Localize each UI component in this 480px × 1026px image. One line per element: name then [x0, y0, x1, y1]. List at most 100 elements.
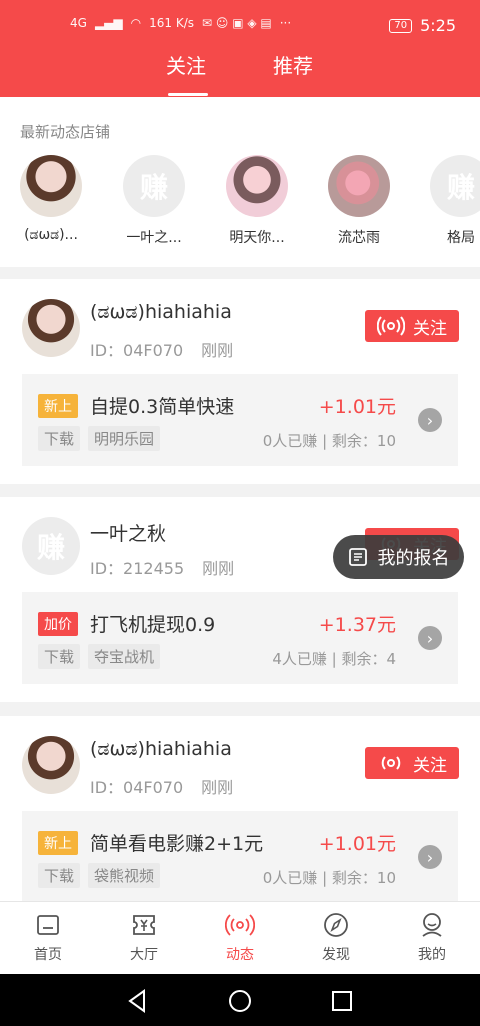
shop-item[interactable]: 赚 格局	[416, 155, 480, 247]
nav-label: 动态	[226, 947, 254, 963]
shop-avatar	[328, 155, 390, 217]
back-icon[interactable]	[124, 987, 152, 1015]
broadcast-icon	[381, 756, 401, 770]
post-time: 刚刚	[201, 778, 234, 797]
top-tabs: 关注 推荐	[0, 50, 480, 96]
task-tag: 下载	[38, 426, 81, 451]
system-nav-bar	[0, 974, 480, 1026]
app-header: 4G ▂▄▆ ◠ 161 K/s ✉ ☺ ▣ ◈ ▤ ··· 70 5:25 关…	[0, 0, 480, 97]
home-icon	[37, 915, 59, 935]
user-name: 一叶之秋	[90, 523, 167, 545]
my-registrations-label: 我的报名	[377, 548, 450, 569]
nav-label: 首页	[34, 947, 62, 963]
task-card[interactable]: 新上 自提0.3简单快速 +1.01元 下载 明明乐园 0人已赚 | 剩余：10…	[22, 374, 458, 466]
nav-feed[interactable]: 动态	[192, 902, 288, 974]
task-tag: 夺宝战机	[88, 644, 161, 669]
user-id: ID：212455	[90, 559, 185, 578]
user-id: ID：04F070	[90, 778, 184, 797]
shop-item[interactable]: 明天你...	[212, 155, 302, 247]
shop-avatar: 赚	[430, 155, 480, 217]
hall-icon	[133, 915, 155, 935]
broadcast-icon	[225, 914, 255, 936]
signal-icon: ▂▄▆	[94, 16, 123, 30]
nav-home[interactable]: 首页	[0, 902, 96, 974]
tab-follow[interactable]: 关注	[166, 50, 206, 79]
tab-recommend[interactable]: 推荐	[273, 50, 313, 79]
my-registrations-button[interactable]: 我的报名	[333, 535, 464, 579]
notification-icons: ✉ ☺ ▣ ◈ ▤	[202, 16, 272, 30]
user-name: (ಡωಡ)hiahiahia	[90, 301, 232, 323]
follow-button[interactable]: 关注	[365, 747, 459, 779]
feed-card: 赚 一叶之秋 ID：212455 刚刚 关注 加价 打飞机提现0.9 +1.37…	[0, 497, 480, 702]
shop-name: 格局	[447, 230, 475, 246]
shop-item[interactable]: 流芯雨	[314, 155, 404, 247]
follow-label: 关注	[413, 755, 447, 776]
task-price: +1.01元	[318, 833, 396, 855]
task-card[interactable]: 新上 简单看电影赚2+1元 +1.01元 下载 袋熊视频 0人已赚 | 剩余：1…	[22, 811, 458, 901]
task-title: 简单看电影赚2+1元	[90, 833, 264, 855]
task-title: 打飞机提现0.9	[90, 614, 216, 636]
shop-avatar: 赚	[123, 155, 185, 217]
task-tags: 下载 袋熊视频	[38, 863, 161, 888]
status-left: 4G ▂▄▆ ◠ 161 K/s ✉ ☺ ▣ ◈ ▤ ···	[70, 16, 291, 30]
user-avatar[interactable]	[22, 299, 80, 357]
chevron-right-icon[interactable]: ›	[418, 845, 442, 869]
post-time: 刚刚	[201, 341, 234, 360]
follow-button[interactable]: 关注	[365, 310, 459, 342]
task-title: 自提0.3简单快速	[90, 396, 235, 418]
task-tag: 下载	[38, 644, 81, 669]
task-badge: 新上	[38, 831, 78, 855]
chevron-right-icon[interactable]: ›	[418, 408, 442, 432]
status-right: 70 5:25	[389, 16, 456, 35]
recents-icon[interactable]	[328, 987, 356, 1015]
checklist-icon	[348, 548, 367, 566]
bottom-nav: 首页 大厅 动态 发现 我的	[0, 901, 480, 974]
task-tag: 袋熊视频	[88, 863, 161, 888]
post-time: 刚刚	[202, 559, 235, 578]
speed-label: 161 K/s	[149, 16, 194, 30]
task-badge: 新上	[38, 394, 78, 418]
recent-shops-title: 最新动态店铺	[20, 123, 111, 141]
nav-label: 大厅	[130, 947, 158, 963]
user-avatar[interactable]: 赚	[22, 517, 80, 575]
feed-card: (ಡωಡ)hiahiahia ID：04F070 刚刚 关注 新上 简单看电影赚…	[0, 716, 480, 901]
task-stats: 0人已赚 | 剩余：10	[262, 869, 396, 887]
shop-name: 流芯雨	[338, 230, 380, 246]
shop-name: 明天你...	[229, 230, 285, 246]
chevron-right-icon[interactable]: ›	[418, 626, 442, 650]
task-stats: 0人已赚 | 剩余：10	[262, 432, 396, 450]
profile-icon	[422, 913, 442, 937]
nav-label: 我的	[418, 947, 446, 963]
shop-item[interactable]: 赚 一叶之...	[109, 155, 199, 247]
nav-discover[interactable]: 发现	[288, 902, 384, 974]
home-button-icon[interactable]	[226, 987, 254, 1015]
user-meta: ID：04F070 刚刚	[90, 774, 233, 798]
task-price: +1.37元	[318, 614, 396, 636]
task-price: +1.01元	[318, 396, 396, 418]
tab-active-indicator	[168, 93, 208, 96]
more-icon: ···	[279, 16, 292, 30]
nav-profile[interactable]: 我的	[384, 902, 480, 974]
broadcast-icon	[377, 316, 405, 336]
network-label: 4G	[70, 16, 87, 30]
follow-label: 关注	[413, 318, 447, 339]
shop-name: 一叶之...	[126, 230, 182, 246]
user-meta: ID：04F070 刚刚	[90, 337, 233, 361]
user-meta: ID：212455 刚刚	[90, 555, 234, 579]
task-tags: 下载 明明乐园	[38, 426, 161, 451]
task-tag: 明明乐园	[88, 426, 161, 451]
user-name: (ಡωಡ)hiahiahia	[90, 738, 232, 760]
nav-label: 发现	[322, 947, 350, 963]
shop-item[interactable]: (ಡωಡ)...	[6, 155, 96, 243]
task-badge: 加价	[38, 612, 78, 636]
task-card[interactable]: 加价 打飞机提现0.9 +1.37元 下载 夺宝战机 4人已赚 | 剩余：4 ›	[22, 592, 458, 684]
nav-hall[interactable]: 大厅	[96, 902, 192, 974]
wifi-icon: ◠	[130, 16, 142, 30]
status-bar: 4G ▂▄▆ ◠ 161 K/s ✉ ☺ ▣ ◈ ▤ ··· 70 5:25	[0, 14, 480, 42]
shop-avatar	[226, 155, 288, 217]
compass-icon	[324, 913, 348, 937]
task-tags: 下载 夺宝战机	[38, 644, 161, 669]
shop-name: (ಡωಡ)...	[24, 227, 78, 243]
user-avatar[interactable]	[22, 736, 80, 794]
clock: 5:25	[420, 16, 456, 35]
